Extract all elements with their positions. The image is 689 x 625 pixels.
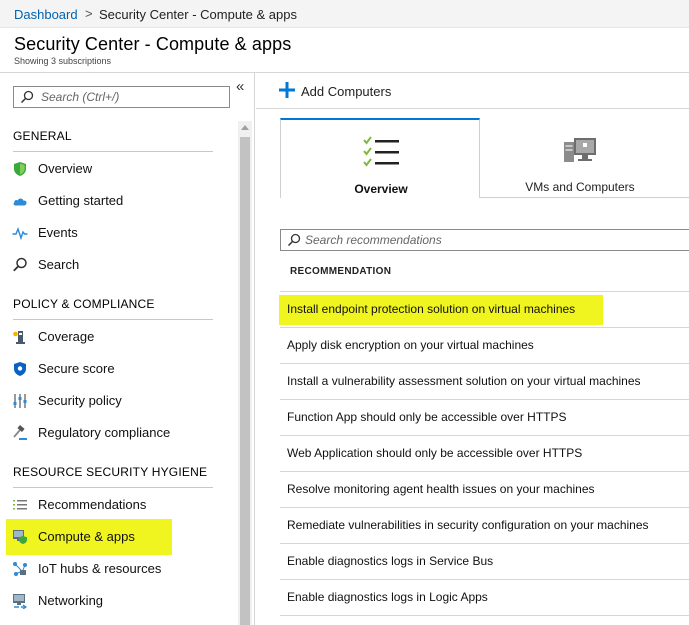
table-row[interactable]: Enable diagnostics logs in Logic Apps (280, 580, 689, 616)
recommendations-search[interactable] (280, 229, 689, 251)
sidebar-item-search[interactable]: Search (0, 249, 238, 281)
recommendation-text: Resolve monitoring agent health issues o… (287, 482, 595, 496)
tab-overview[interactable]: Overview (280, 118, 480, 198)
breadcrumb-separator: > (85, 6, 93, 21)
table-row[interactable]: Enable diagnostics logs in Service Bus (280, 544, 689, 580)
secure-score-icon (14, 362, 26, 376)
page-title: Security Center - Compute & apps (14, 34, 292, 54)
list-icon (13, 500, 27, 510)
sidebar-search[interactable] (13, 86, 230, 108)
breadcrumb: Dashboard > Security Center - Compute & … (0, 0, 689, 28)
section-general: GENERAL (13, 129, 72, 143)
breadcrumb-current: Security Center - Compute & apps (99, 7, 297, 22)
page-subtitle: Showing 3 subscriptions (14, 56, 112, 66)
sidebar-item-recommendations[interactable]: Recommendations (0, 489, 238, 521)
add-computers-label: Add Computers (301, 84, 392, 99)
iot-icon (13, 562, 27, 576)
section-divider (13, 151, 213, 152)
vm-computers-icon (564, 138, 596, 162)
sidebar-item-overview[interactable]: Overview (0, 153, 238, 185)
recommendation-text: Apply disk encryption on your virtual ma… (287, 338, 534, 352)
sidebar-item-label: Compute & apps (38, 529, 135, 544)
sidebar-item-label: Security policy (38, 393, 122, 408)
table-row[interactable]: Function App should only be accessible o… (280, 400, 689, 436)
sidebar-item-label: Networking (38, 593, 104, 608)
recommendation-column-header[interactable]: RECOMMENDATION (290, 266, 391, 277)
network-icon (13, 594, 28, 609)
sidebar-scroll-thumb[interactable] (240, 137, 250, 625)
sidebar-item-compute-apps[interactable]: Compute & apps (0, 521, 238, 553)
table-row[interactable]: Web Application should only be accessibl… (280, 436, 689, 472)
section-resource-security-hygiene: RESOURCE SECURITY HYGIENE (13, 465, 208, 479)
recommendations-search-input[interactable] (305, 232, 685, 248)
checklist-icon (363, 136, 399, 167)
search-icon (287, 233, 301, 247)
collapse-sidebar-button[interactable]: « (236, 78, 244, 95)
table-row[interactable]: Install a vulnerability assessment solut… (280, 364, 689, 400)
breadcrumb-dashboard-link[interactable]: Dashboard (14, 7, 78, 22)
sidebar-item-label: Search (38, 257, 80, 272)
sidebar-item-secure-score[interactable]: Secure score (0, 353, 238, 385)
cloud-icon (13, 198, 27, 206)
tab-vms-label: VMs and Computers (525, 180, 635, 194)
sidebar-item-iot-hubs[interactable]: IoT hubs & resources (0, 553, 238, 585)
sidebar-item-label: Secure score (38, 361, 115, 376)
table-row[interactable]: Install endpoint protection solution on … (280, 292, 689, 328)
sidebar-item-getting-started[interactable]: Getting started (0, 185, 238, 217)
recommendation-text: Function App should only be accessible o… (287, 410, 567, 424)
toolbar-divider (256, 108, 689, 109)
sidebar-item-regulatory-compliance[interactable]: Regulatory compliance (0, 417, 238, 449)
recommendation-text: Web Application should only be accessibl… (287, 446, 583, 460)
sidebar-item-networking[interactable]: Networking (0, 585, 238, 617)
section-policy-compliance: POLICY & COMPLIANCE (13, 297, 155, 311)
sidebar-item-label: IoT hubs & resources (38, 561, 162, 576)
policy-sliders-icon (13, 394, 27, 408)
sidebar-item-label: Events (38, 225, 78, 240)
section-divider (13, 319, 213, 320)
coverage-icon (13, 331, 25, 344)
table-row[interactable]: Resolve monitoring agent health issues o… (280, 472, 689, 508)
sidebar-item-label: Getting started (38, 193, 124, 208)
recommendation-text: Install endpoint protection solution on … (287, 302, 576, 316)
gavel-icon (13, 425, 27, 440)
scroll-up-arrow-icon[interactable] (241, 125, 249, 130)
sidebar-item-label: Overview (38, 161, 93, 176)
tab-overview-label: Overview (354, 182, 408, 196)
pulse-icon (12, 226, 28, 241)
recommendation-text: Enable diagnostics logs in Logic Apps (287, 590, 488, 604)
sidebar-search-input[interactable] (41, 89, 221, 105)
tabs-baseline (480, 197, 689, 198)
search-icon (13, 257, 27, 272)
recommendation-text: Install a vulnerability assessment solut… (287, 374, 641, 388)
sidebar-item-label: Recommendations (38, 497, 147, 512)
plus-icon (279, 82, 295, 98)
compute-icon (13, 530, 27, 544)
sidebar-item-events[interactable]: Events (0, 217, 238, 249)
recommendation-text: Remediate vulnerabilities in security co… (287, 518, 649, 532)
shield-icon (14, 162, 26, 176)
table-row[interactable]: Apply disk encryption on your virtual ma… (280, 328, 689, 364)
sidebar-item-coverage[interactable]: Coverage (0, 321, 238, 353)
table-row[interactable]: Remediate vulnerabilities in security co… (280, 508, 689, 544)
sidebar-item-security-policy[interactable]: Security policy (0, 385, 238, 417)
sidebar-item-label: Regulatory compliance (38, 425, 171, 440)
recommendation-text: Enable diagnostics logs in Service Bus (287, 554, 494, 568)
sidebar-item-label: Coverage (38, 329, 95, 344)
search-icon (20, 90, 34, 104)
tab-vms-and-computers[interactable]: VMs and Computers (480, 118, 689, 198)
section-divider (13, 487, 213, 488)
